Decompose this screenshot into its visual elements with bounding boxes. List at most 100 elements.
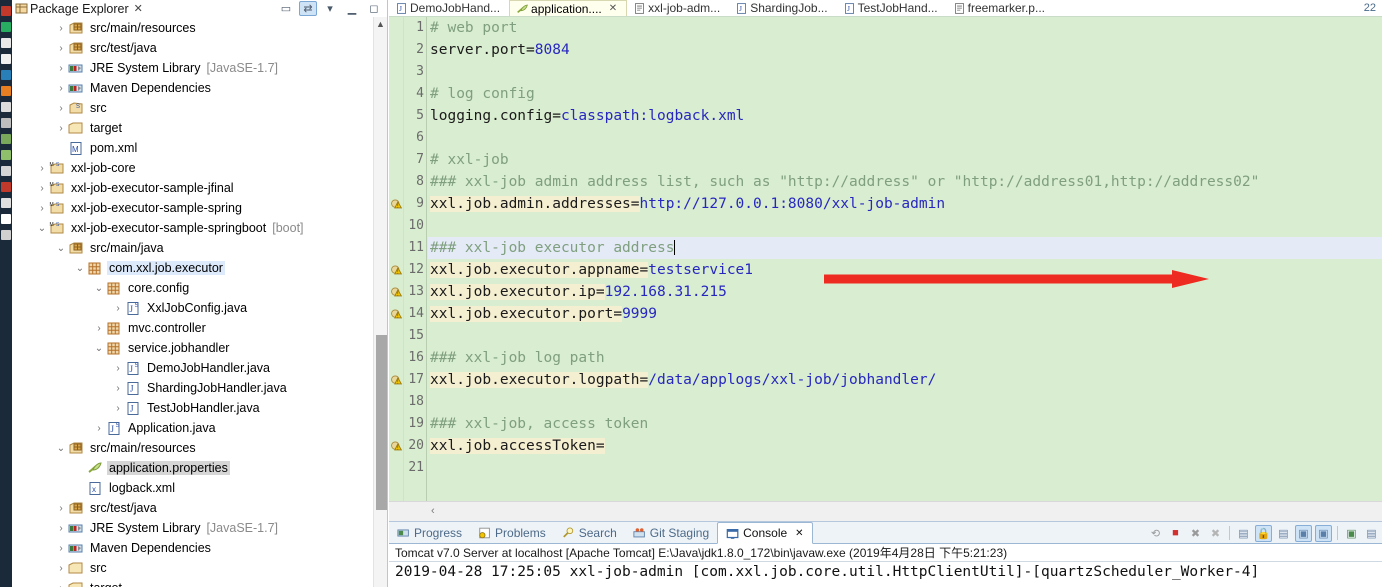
taskbar-app-icon[interactable] <box>1 230 11 240</box>
chevron-right-icon[interactable]: › <box>54 503 68 514</box>
gutter-cell[interactable] <box>389 413 404 435</box>
console-tab-close-icon[interactable]: ✕ <box>795 528 803 539</box>
chevron-right-icon[interactable]: › <box>54 543 68 554</box>
tree-item[interactable]: › Mpom.xml <box>12 138 374 158</box>
code-line[interactable] <box>428 325 1382 347</box>
editor-tab[interactable]: freemarker.p... <box>947 0 1054 16</box>
maximize-button[interactable]: ◻ <box>365 1 383 16</box>
show-console-on-output-button[interactable]: ▣ <box>1295 524 1312 542</box>
tree-item[interactable]: › J S Application.java <box>12 418 374 438</box>
gutter-cell[interactable] <box>389 127 404 149</box>
tree-item[interactable]: › x logback.xml <box>12 478 374 498</box>
tree-item[interactable]: › J S DemoJobHandler.java <box>12 358 374 378</box>
gutter-cell[interactable] <box>389 83 404 105</box>
console-view-tab[interactable]: Console ✕ <box>717 522 813 544</box>
editor-tab[interactable]: application.... ✕ <box>509 0 628 16</box>
tree-item[interactable]: › M S xxl-job-executor-sample-jfinal <box>12 178 374 198</box>
chevron-right-icon[interactable]: › <box>111 383 125 394</box>
taskbar-app-icon[interactable] <box>1 6 11 16</box>
taskbar-app-icon[interactable] <box>1 198 11 208</box>
editor-code-text[interactable]: # web port server.port=8084 # log config lo… <box>428 17 1382 501</box>
terminate-button[interactable]: ■ <box>1167 525 1184 542</box>
chevron-right-icon[interactable]: › <box>54 123 68 134</box>
project-tree[interactable]: › src/main/resources › src/test/java › JRE Sy… <box>12 17 374 587</box>
console-output[interactable]: 2019-04-28 17:25:05 xxl-job-admin [com.x… <box>389 562 1382 587</box>
tree-item[interactable]: › Maven Dependencies <box>12 78 374 98</box>
warning-marker[interactable]: ! <box>389 193 404 215</box>
tree-item[interactable]: › target <box>12 118 374 138</box>
chevron-right-icon[interactable]: › <box>35 183 49 194</box>
scrollbar-thumb[interactable] <box>376 335 387 510</box>
taskbar-app-icon[interactable] <box>1 214 11 224</box>
chevron-right-icon[interactable]: › <box>111 403 125 414</box>
taskbar-app-icon[interactable] <box>1 86 11 96</box>
console-view-tab[interactable]: Search <box>554 522 625 544</box>
code-line[interactable] <box>428 391 1382 413</box>
tree-item[interactable]: › target <box>12 578 374 587</box>
taskbar-app-icon[interactable] <box>1 102 11 112</box>
gutter-cell[interactable] <box>389 457 404 479</box>
explorer-vertical-scrollbar[interactable]: ▲ <box>373 17 387 587</box>
tree-item[interactable]: › M S xxl-job-executor-sample-spring <box>12 198 374 218</box>
tree-item[interactable]: › src <box>12 558 374 578</box>
code-line[interactable] <box>428 215 1382 237</box>
console-view-tab[interactable]: Git Staging <box>625 522 717 544</box>
editor-tab[interactable]: xxl-job-adm... <box>627 0 729 16</box>
code-line[interactable]: server.port=8084 <box>428 39 1382 61</box>
tree-item[interactable]: ⌄ src/main/resources <box>12 438 374 458</box>
editor-marker-gutter[interactable]: !!!!!! <box>389 17 404 501</box>
taskbar-app-icon[interactable] <box>1 150 11 160</box>
chevron-right-icon[interactable]: › <box>54 83 68 94</box>
gutter-cell[interactable] <box>389 391 404 413</box>
tree-item[interactable]: › JRE System Library [JavaSE-1.7] <box>12 518 374 538</box>
gutter-cell[interactable] <box>389 149 404 171</box>
tree-item[interactable]: › J TestJobHandler.java <box>12 398 374 418</box>
code-line[interactable]: ### xxl-job log path <box>428 347 1382 369</box>
chevron-right-icon[interactable]: › <box>111 303 125 314</box>
taskbar-app-icon[interactable] <box>1 38 11 48</box>
chevron-right-icon[interactable]: › <box>111 363 125 374</box>
code-line[interactable]: ### xxl-job admin address list, such as … <box>428 171 1382 193</box>
chevron-right-icon[interactable]: › <box>73 463 87 474</box>
gutter-cell[interactable] <box>389 39 404 61</box>
gutter-cell[interactable] <box>389 61 404 83</box>
code-line[interactable]: xxl.job.executor.port=9999 <box>428 303 1382 325</box>
taskbar-app-icon[interactable] <box>1 22 11 32</box>
console-view-tab[interactable]: Problems <box>470 522 554 544</box>
minimize-button[interactable]: ▁ <box>343 1 361 16</box>
new-console-view-button[interactable]: ▣ <box>1343 525 1360 542</box>
tree-item[interactable]: › application.properties <box>12 458 374 478</box>
editor-horizontal-scrollbar[interactable]: ‹ <box>389 501 1382 521</box>
remove-all-terminated-button[interactable]: ✖ <box>1207 525 1224 542</box>
tree-item[interactable]: › Maven Dependencies <box>12 538 374 558</box>
tree-item[interactable]: › src/test/java <box>12 498 374 518</box>
warning-marker[interactable]: ! <box>389 369 404 391</box>
chevron-down-icon[interactable]: ⌄ <box>73 263 87 274</box>
tab-overflow-count[interactable]: 22 <box>1364 2 1376 14</box>
code-line[interactable]: xxl.job.executor.logpath=/data/applogs/x… <box>428 369 1382 391</box>
remove-launch-button[interactable]: ✖ <box>1187 525 1204 542</box>
warning-marker[interactable]: ! <box>389 435 404 457</box>
chevron-right-icon[interactable]: › <box>73 483 87 494</box>
chevron-down-icon[interactable]: ⌄ <box>92 283 106 294</box>
display-selected-console-button[interactable]: ▤ <box>1363 525 1380 542</box>
taskbar-app-icon[interactable] <box>1 182 11 192</box>
taskbar-app-icon[interactable] <box>1 70 11 80</box>
code-line[interactable]: xxl.job.executor.appname=testservice1 <box>428 259 1382 281</box>
clear-console-button[interactable]: ▤ <box>1235 525 1252 542</box>
code-line[interactable]: ### xxl-job, access token <box>428 413 1382 435</box>
chevron-right-icon[interactable]: › <box>35 163 49 174</box>
chevron-down-icon[interactable]: ⌄ <box>92 343 106 354</box>
taskbar-app-icon[interactable] <box>1 54 11 64</box>
tree-item[interactable]: › mvc.controller <box>12 318 374 338</box>
view-menu-button[interactable]: ▾ <box>321 1 339 16</box>
code-line[interactable]: # log config <box>428 83 1382 105</box>
code-line[interactable] <box>428 457 1382 479</box>
code-line[interactable]: logging.config=classpath:logback.xml <box>428 105 1382 127</box>
scroll-lock-button[interactable]: 🔒 <box>1255 524 1272 542</box>
chevron-right-icon[interactable]: › <box>35 203 49 214</box>
console-view-tab[interactable]: Progress <box>389 522 470 544</box>
tree-item[interactable]: ⌄ com.xxl.job.executor <box>12 258 374 278</box>
chevron-right-icon[interactable]: › <box>54 583 68 587</box>
tree-item[interactable]: › src/test/java <box>12 38 374 58</box>
